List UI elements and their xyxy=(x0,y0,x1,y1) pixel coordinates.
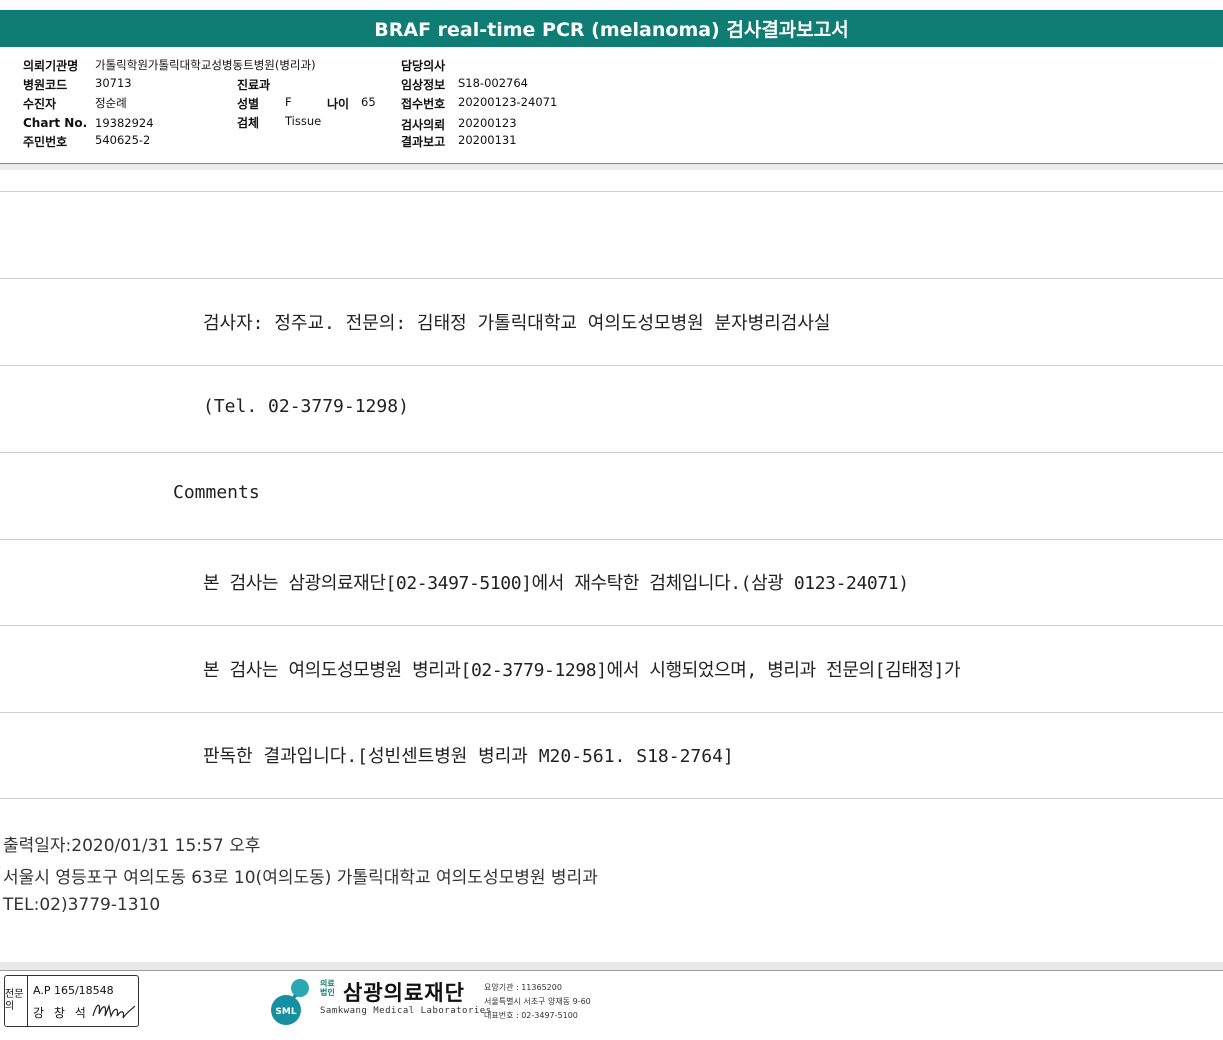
specimen-label: 검체 xyxy=(237,116,260,130)
footer-divider xyxy=(0,970,1223,971)
hospital-code-value: 30713 xyxy=(95,76,132,90)
request-date-value: 20200123 xyxy=(458,116,517,130)
logo-tag: 의료법인 xyxy=(320,979,335,997)
row-divider xyxy=(0,712,1223,713)
sex-value: F xyxy=(285,95,292,109)
clinical-info-value: S18-002764 xyxy=(458,76,528,90)
comment-line-2: 본 검사는 여의도성모병원 병리과[02-3779-1298]에서 시행되었으며… xyxy=(203,660,961,681)
chart-no-value: 19382924 xyxy=(95,116,154,130)
row-divider xyxy=(0,798,1223,799)
row-divider xyxy=(0,625,1223,626)
logo-mark-text: SML xyxy=(275,1007,296,1017)
patient-value: 정순례 xyxy=(95,96,127,110)
row-divider xyxy=(0,278,1223,279)
resident-no-label: 주민번호 xyxy=(23,135,68,149)
row-divider xyxy=(0,191,1223,192)
chart-no-label: Chart No. xyxy=(23,116,88,130)
institution-value: 가톨릭학원가톨릭대학교성병동트병원(병리과) xyxy=(95,58,316,72)
doctor-label: 담당의사 xyxy=(401,59,446,73)
examiner-line: 검사자: 정주교. 전문의: 김태정 가톨릭대학교 여의도성모병원 분자병리검사… xyxy=(203,313,831,334)
stamp-ap-number: A.P 165/18548 xyxy=(33,984,114,997)
comment-line-1: 본 검사는 삼광의료재단[02-3497-5100]에서 재수탁한 검체입니다.… xyxy=(203,573,909,594)
row-divider xyxy=(0,452,1223,453)
request-date-label: 검사의뢰 xyxy=(401,118,446,132)
comment-line-3: 판독한 결과입니다.[성빈센트병원 병리과 M20-561. S18-2764] xyxy=(203,746,734,767)
hospital-code-label: 병원코드 xyxy=(23,78,68,92)
stamp-name: 강 창 석 xyxy=(33,1006,89,1020)
specimen-value: Tissue xyxy=(285,114,322,128)
institution-label: 의뢰기관명 xyxy=(23,59,79,73)
tel-line: (Tel. 02-3779-1298) xyxy=(203,396,409,417)
lab-info-address: 서울특별시 서초구 양재동 9-60 xyxy=(484,997,591,1006)
accession-no-value: 20200123-24071 xyxy=(458,95,558,109)
lab-info: 요양기관 : 11365200 서울특별시 서초구 양재동 9-60 대표번호 … xyxy=(484,981,591,1023)
sml-logo-icon: SML xyxy=(271,979,309,1025)
patient-label: 수진자 xyxy=(23,97,57,111)
age-label: 나이 xyxy=(327,97,350,111)
report-date-label: 결과보고 xyxy=(401,135,446,149)
print-date: 출력일자:2020/01/31 15:57 오후 xyxy=(3,836,261,856)
lab-info-phone: 대표번호 : 02-3497-5100 xyxy=(484,1011,578,1020)
comments-heading: Comments xyxy=(173,482,260,503)
signature-icon xyxy=(92,1003,136,1019)
resident-no-value: 540625-2 xyxy=(95,133,151,147)
accession-no-label: 접수번호 xyxy=(401,97,446,111)
footer-tel: TEL:02)3779-1310 xyxy=(3,895,161,915)
age-value: 65 xyxy=(361,95,376,109)
stamp-side-label: 전문의 xyxy=(5,976,28,1026)
lab-name: 삼광의료재단 xyxy=(343,981,465,1005)
sex-label: 성별 xyxy=(237,97,260,111)
department-label: 진료과 xyxy=(237,78,271,92)
pathologist-stamp: 전문의 A.P 165/18548 강 창 석 xyxy=(4,975,139,1027)
patient-info-header: 의뢰기관명 가톨릭학원가톨릭대학교성병동트병원(병리과) 병원코드 30713 … xyxy=(0,52,1223,162)
header-shadow xyxy=(0,164,1223,170)
clinical-info-label: 임상정보 xyxy=(401,78,446,92)
address: 서울시 영등포구 여의도동 63로 10(여의도동) 가톨릭대학교 여의도성모병… xyxy=(3,868,598,888)
report-date-value: 20200131 xyxy=(458,133,517,147)
row-divider xyxy=(0,365,1223,366)
row-divider xyxy=(0,539,1223,540)
report-title: BRAF real-time PCR (melanoma) 검사결과보고서 xyxy=(0,10,1223,47)
lab-info-code: 요양기관 : 11365200 xyxy=(484,983,562,992)
lab-name-en: Samkwang Medical Laboratories xyxy=(320,1006,492,1016)
